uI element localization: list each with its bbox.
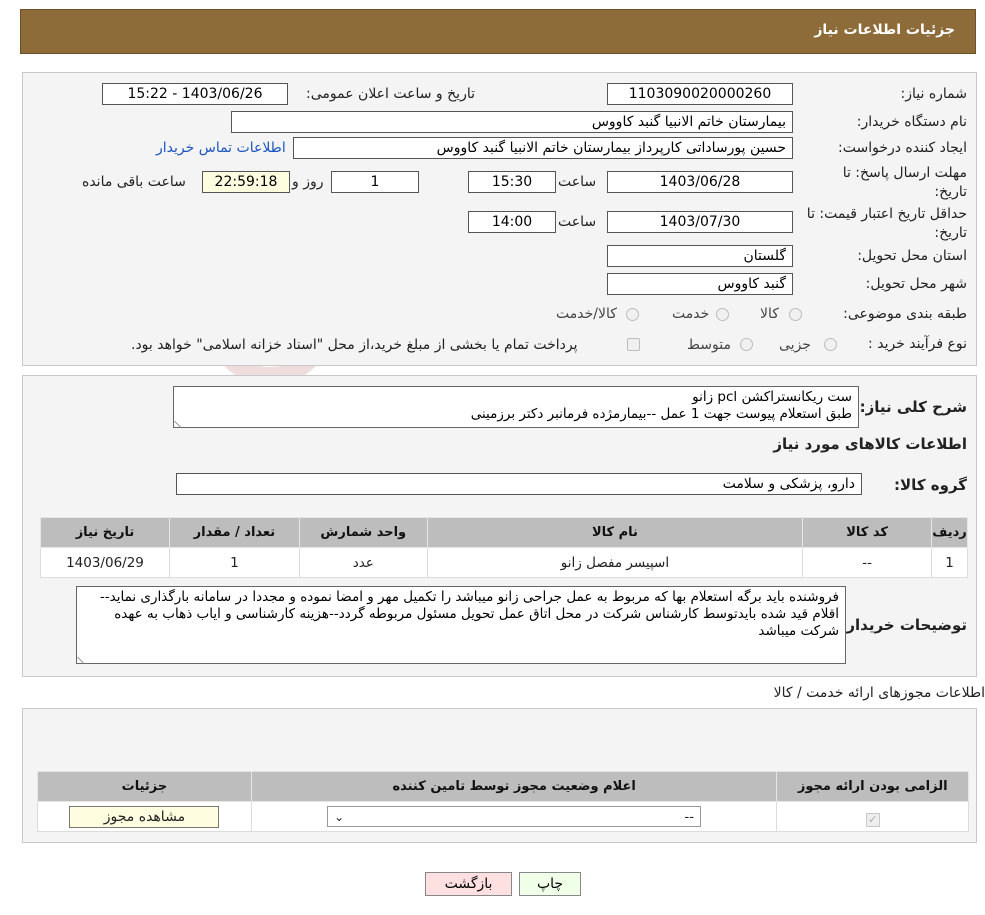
view-license-button[interactable]: مشاهده مجوز (69, 805, 220, 828)
goods-table-header: ردیف کد کالا نام کالا واحد شمارش تعداد /… (40, 517, 968, 548)
process-option-medium: متوسط (687, 337, 731, 353)
resize-handle-icon[interactable] (77, 651, 90, 664)
goods-info-title: اطلاعات کالاهای مورد نیاز (773, 435, 967, 453)
validity-time-field: 14:00 (468, 211, 556, 233)
category-radio-goods[interactable] (789, 308, 802, 321)
cell-name: اسپیسر مفصل زانو (426, 547, 804, 578)
validity-label: حداقل تاریخ اعتبار قیمت: تا تاریخ: (806, 206, 967, 241)
remaining-time-field: 22:59:18 (202, 171, 290, 193)
cell-code: -- (802, 547, 933, 578)
deadline-time-label: ساعت (558, 174, 597, 190)
license-status-value: -- (684, 808, 695, 825)
col-unit: واحد شمارش (298, 517, 428, 548)
city-label: شهر محل تحویل: (865, 276, 967, 292)
category-option-service: خدمت (672, 306, 710, 322)
category-option-goods: کالا (760, 306, 779, 322)
process-option-minor: جزیی (779, 337, 811, 353)
col-row: ردیف (931, 517, 968, 548)
province-field: گلستان (607, 245, 793, 267)
summary-textarea[interactable]: ست ریکانستراکشن pcl زانو طبق استعلام پیو… (173, 386, 859, 428)
category-option-both: کالا/خدمت (556, 306, 617, 322)
buyer-notes-label: توضیحات خریدار: (840, 616, 967, 634)
deadline-label: مهلت ارسال پاسخ: تا تاریخ: (842, 165, 967, 200)
cell-qty: 1 (168, 547, 300, 578)
col-date: تاریخ نیاز (40, 517, 170, 548)
process-radio-medium[interactable] (740, 338, 753, 351)
cell-date: 1403/06/29 (40, 547, 170, 578)
buyer-contact-link[interactable]: اطلاعات تماس خریدار (156, 140, 286, 156)
summary-line-1: ست ریکانستراکشن pcl زانو (692, 389, 852, 405)
category-radio-both[interactable] (626, 308, 639, 321)
table-row: 1 -- اسپیسر مفصل زانو عدد 1 1403/06/29 (40, 547, 968, 578)
buyer-notes-text: فروشنده باید برگه استعلام بها که مربوط ب… (99, 589, 839, 639)
creator-label: ایجاد کننده درخواست: (838, 140, 967, 156)
goods-table: ردیف کد کالا نام کالا واحد شمارش تعداد /… (40, 517, 968, 578)
buyer-org-field: بیمارستان خاتم الانبیا گنبد کاووس (231, 111, 793, 133)
col-qty: تعداد / مقدار (168, 517, 300, 548)
creator-field: حسین پورساداتی کارپرداز بیمارستان خاتم ا… (293, 137, 793, 159)
remaining-label: ساعت باقی مانده (82, 174, 186, 190)
category-label: طبقه بندی موضوعی: (843, 306, 967, 322)
col-name: نام کالا (426, 517, 804, 548)
col-license-required: الزامی بودن ارائه مجوز (776, 771, 969, 802)
announce-label: تاریخ و ساعت اعلان عمومی: (306, 86, 475, 102)
days-label: روز و (292, 174, 324, 190)
need-number-field: 1103090020000260 (607, 83, 793, 105)
buyer-org-label: نام دستگاه خریدار: (856, 114, 967, 130)
summary-line-2: طبق استعلام پیوست جهت 1 عمل --بیمارمژده … (470, 406, 852, 422)
deadline-time-field: 15:30 (468, 171, 556, 193)
license-required-checkbox[interactable]: ✓ (865, 812, 880, 827)
cell-row: 1 (931, 547, 968, 578)
licenses-table: الزامی بودن ارائه مجوز اعلام وضعیت مجوز … (37, 771, 969, 832)
licenses-title: اطلاعات مجوزهای ارائه خدمت / کالا (773, 685, 985, 701)
process-note: پرداخت تمام یا بخشی از مبلغ خرید،از محل … (131, 337, 578, 353)
goods-group-label: گروه کالا: (894, 476, 967, 494)
buyer-notes-textarea[interactable]: فروشنده باید برگه استعلام بها که مربوط ب… (76, 586, 846, 664)
print-button[interactable]: چاپ (519, 872, 581, 896)
category-radio-service[interactable] (716, 308, 729, 321)
process-radio-minor[interactable] (824, 338, 837, 351)
province-label: استان محل تحویل: (857, 248, 967, 264)
license-status-select[interactable]: ⌄ -- (327, 806, 702, 827)
col-code: کد کالا (802, 517, 933, 548)
goods-group-field: دارو، پزشکی و سلامت (176, 473, 862, 495)
chevron-down-icon: ⌄ (334, 809, 345, 824)
page-header: جزئیات اطلاعات نیاز (20, 9, 976, 54)
announce-datetime-field: 1403/06/26 - 15:22 (102, 83, 288, 105)
deadline-date-field: 1403/06/28 (607, 171, 793, 193)
cell-unit: عدد (298, 547, 428, 578)
licenses-table-header: الزامی بودن ارائه مجوز اعلام وضعیت مجوز … (37, 771, 969, 802)
treasury-checkbox[interactable] (627, 338, 640, 351)
city-field: گنبد کاووس (607, 273, 793, 295)
validity-date-field: 1403/07/30 (607, 211, 793, 233)
col-license-details: جزئیات (37, 771, 252, 802)
table-row: ✓ ⌄ -- مشاهده مجوز (37, 801, 969, 832)
page-title: جزئیات اطلاعات نیاز (814, 22, 955, 38)
days-remaining-field: 1 (331, 171, 419, 193)
back-button[interactable]: بازگشت (425, 872, 512, 896)
col-license-status: اعلام وضعیت مجوز توسط تامین کننده (250, 771, 778, 802)
process-label: نوع فرآیند خرید : (868, 336, 967, 352)
validity-time-label: ساعت (558, 214, 597, 230)
summary-label: شرح کلی نیاز: (859, 398, 967, 416)
need-number-label: شماره نیاز: (900, 86, 968, 102)
